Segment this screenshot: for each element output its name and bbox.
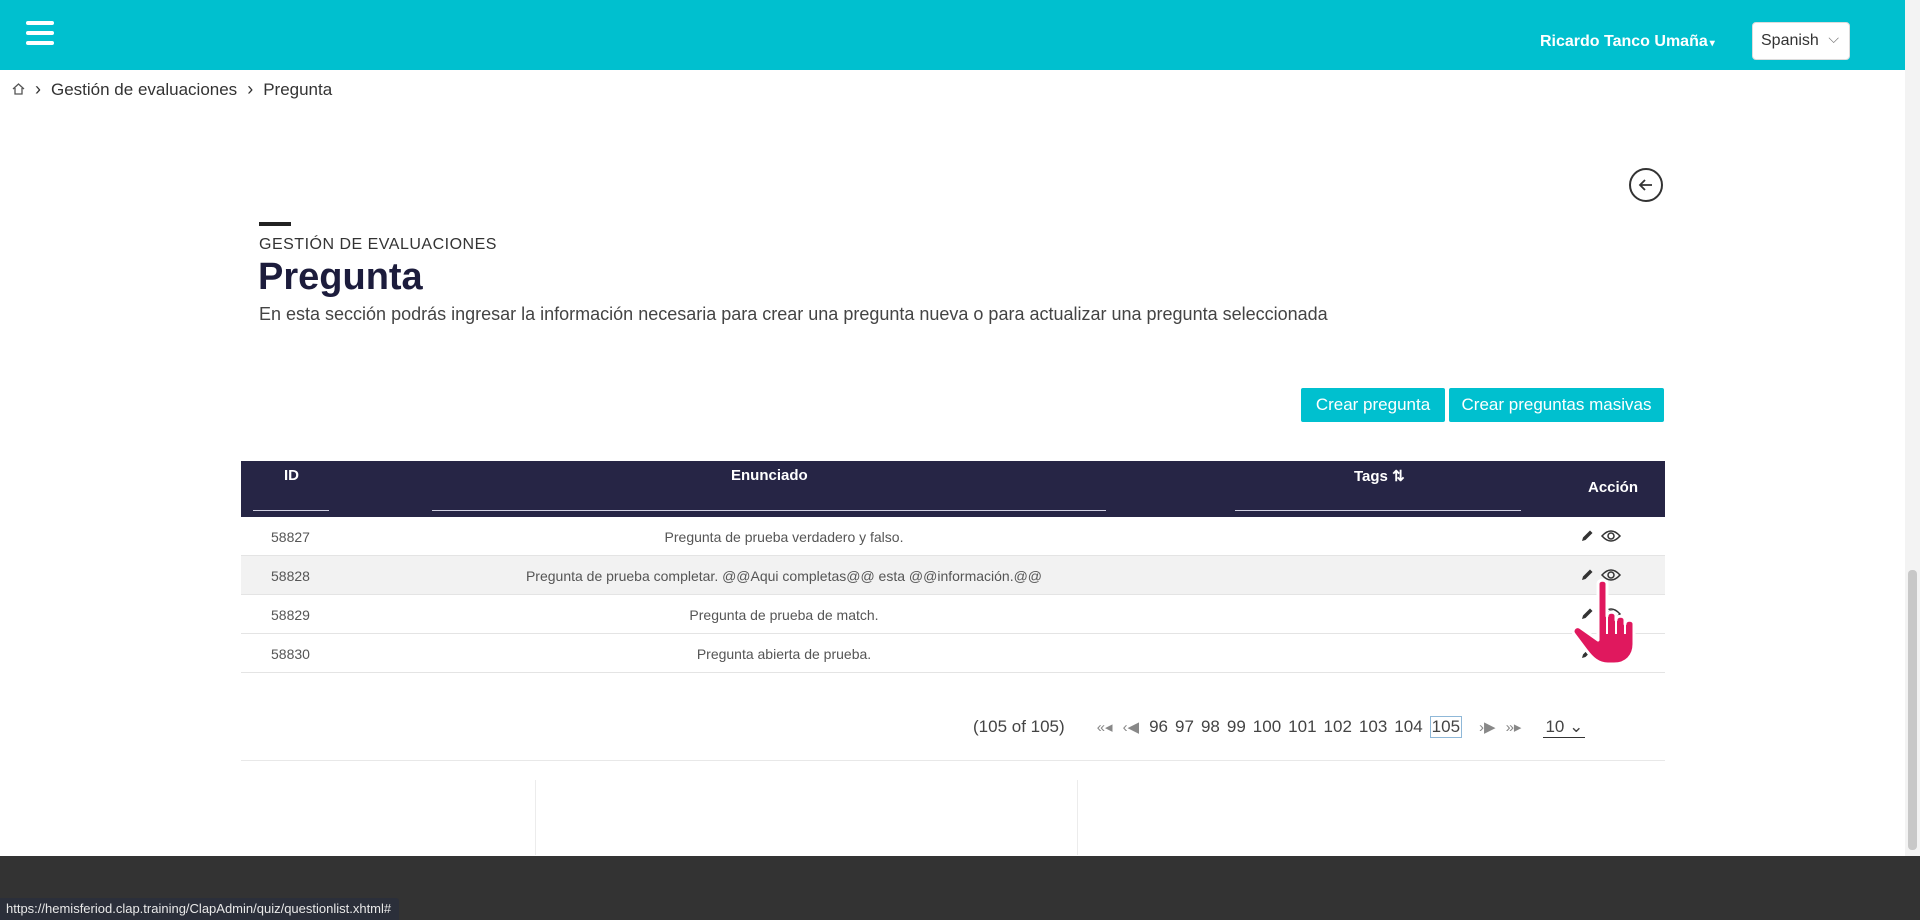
divider (1077, 780, 1078, 855)
page-link[interactable]: 99 (1227, 717, 1246, 737)
home-icon[interactable] (12, 82, 25, 98)
prev-page-icon[interactable]: ‹◀ (1123, 718, 1140, 736)
caret-down-icon: ▾ (1709, 38, 1715, 49)
row-enunciado: Pregunta de prueba verdadero y falso. (664, 529, 904, 545)
page-link[interactable]: 100 (1253, 717, 1281, 737)
page-link[interactable]: 101 (1288, 717, 1316, 737)
filter-input-tags[interactable] (1235, 510, 1521, 511)
column-header-enunciado[interactable]: Enunciado (731, 467, 808, 484)
breadcrumb-link-evaluaciones[interactable]: Gestión de evaluaciones (51, 80, 237, 100)
arrow-left-icon (1638, 179, 1652, 191)
menu-icon[interactable] (26, 21, 54, 45)
column-header-accion: Acción (1588, 479, 1639, 496)
hand-pointer-icon (1571, 578, 1636, 666)
page-link[interactable]: 102 (1324, 717, 1352, 737)
page-link[interactable]: 104 (1394, 717, 1422, 737)
create-mass-questions-button[interactable]: Crear preguntas masivas (1449, 388, 1664, 422)
pencil-icon[interactable] (1577, 526, 1597, 546)
create-question-button[interactable]: Crear pregunta (1301, 388, 1445, 422)
row-enunciado: Pregunta de prueba de match. (689, 607, 879, 623)
page-link[interactable]: 96 (1149, 717, 1168, 737)
header-rule (259, 222, 291, 226)
page-description: En esta sección podrás ingresar la infor… (259, 304, 1328, 324)
eye-icon[interactable] (1601, 526, 1621, 546)
rows-per-page-value: 10 (1545, 716, 1565, 736)
page-link[interactable]: 98 (1201, 717, 1220, 737)
back-button[interactable] (1629, 168, 1663, 202)
language-value: Spanish (1761, 32, 1819, 49)
table-row: 58830 Pregunta abierta de prueba. (241, 634, 1665, 673)
page-report: (105 of 105) (973, 717, 1065, 736)
table-header: ID Enunciado Tags ⇅ Acción (241, 461, 1665, 517)
column-header-id[interactable]: ID (284, 467, 299, 484)
row-enunciado: Pregunta abierta de prueba. (696, 646, 872, 662)
rows-per-page-select[interactable]: 10 ⌄ (1543, 716, 1586, 738)
user-name: Ricardo Tanco Umaña (1540, 33, 1708, 50)
language-select[interactable]: Spanish ⌵ (1752, 22, 1850, 60)
page-link[interactable]: 97 (1175, 717, 1194, 737)
status-bar-url: https://hemisferiod.clap.training/ClapAd… (0, 898, 400, 920)
user-menu[interactable]: Ricardo Tanco Umaña ▾ (1540, 33, 1715, 51)
row-enunciado: Pregunta de prueba completar. @@Aqui com… (525, 568, 1043, 584)
page-link[interactable]: 103 (1359, 717, 1387, 737)
column-header-tags[interactable]: Tags ⇅ (1354, 467, 1405, 485)
chevron-right-icon: › (35, 79, 41, 99)
table-row: 58828 Pregunta de prueba completar. @@Aq… (241, 556, 1665, 595)
row-actions (1577, 526, 1621, 546)
next-page-icon[interactable]: ›▶ (1479, 718, 1496, 736)
filter-input-id[interactable] (253, 510, 329, 511)
paginator: (105 of 105) «◂ ‹◀ 96 97 98 99 100 101 1… (973, 716, 1586, 738)
section-label: GESTIÓN DE EVALUACIONES (259, 236, 497, 253)
filter-input-enunciado[interactable] (432, 510, 1106, 511)
table-row: 58827 Pregunta de prueba verdadero y fal… (241, 517, 1665, 556)
divider (241, 760, 1665, 761)
page-link-active[interactable]: 105 (1429, 716, 1463, 738)
first-page-icon[interactable]: «◂ (1097, 718, 1113, 736)
breadcrumb-current: Pregunta (263, 79, 333, 99)
last-page-icon[interactable]: »▸ (1506, 718, 1522, 736)
breadcrumb: › Gestión de evaluaciones › Pregunta (12, 79, 332, 100)
page-title: Pregunta (258, 256, 423, 298)
top-bar: Ricardo Tanco Umaña ▾ Spanish ⌵ (0, 0, 1905, 70)
chevron-right-icon: › (247, 79, 254, 99)
chevron-down-icon: ⌵ (1828, 30, 1839, 46)
divider (535, 780, 536, 855)
table-row: 58829 Pregunta de prueba de match. (241, 595, 1665, 634)
questions-table: ID Enunciado Tags ⇅ Acción 58827 Pregunt… (241, 461, 1665, 673)
scrollbar-thumb[interactable] (1908, 570, 1917, 850)
